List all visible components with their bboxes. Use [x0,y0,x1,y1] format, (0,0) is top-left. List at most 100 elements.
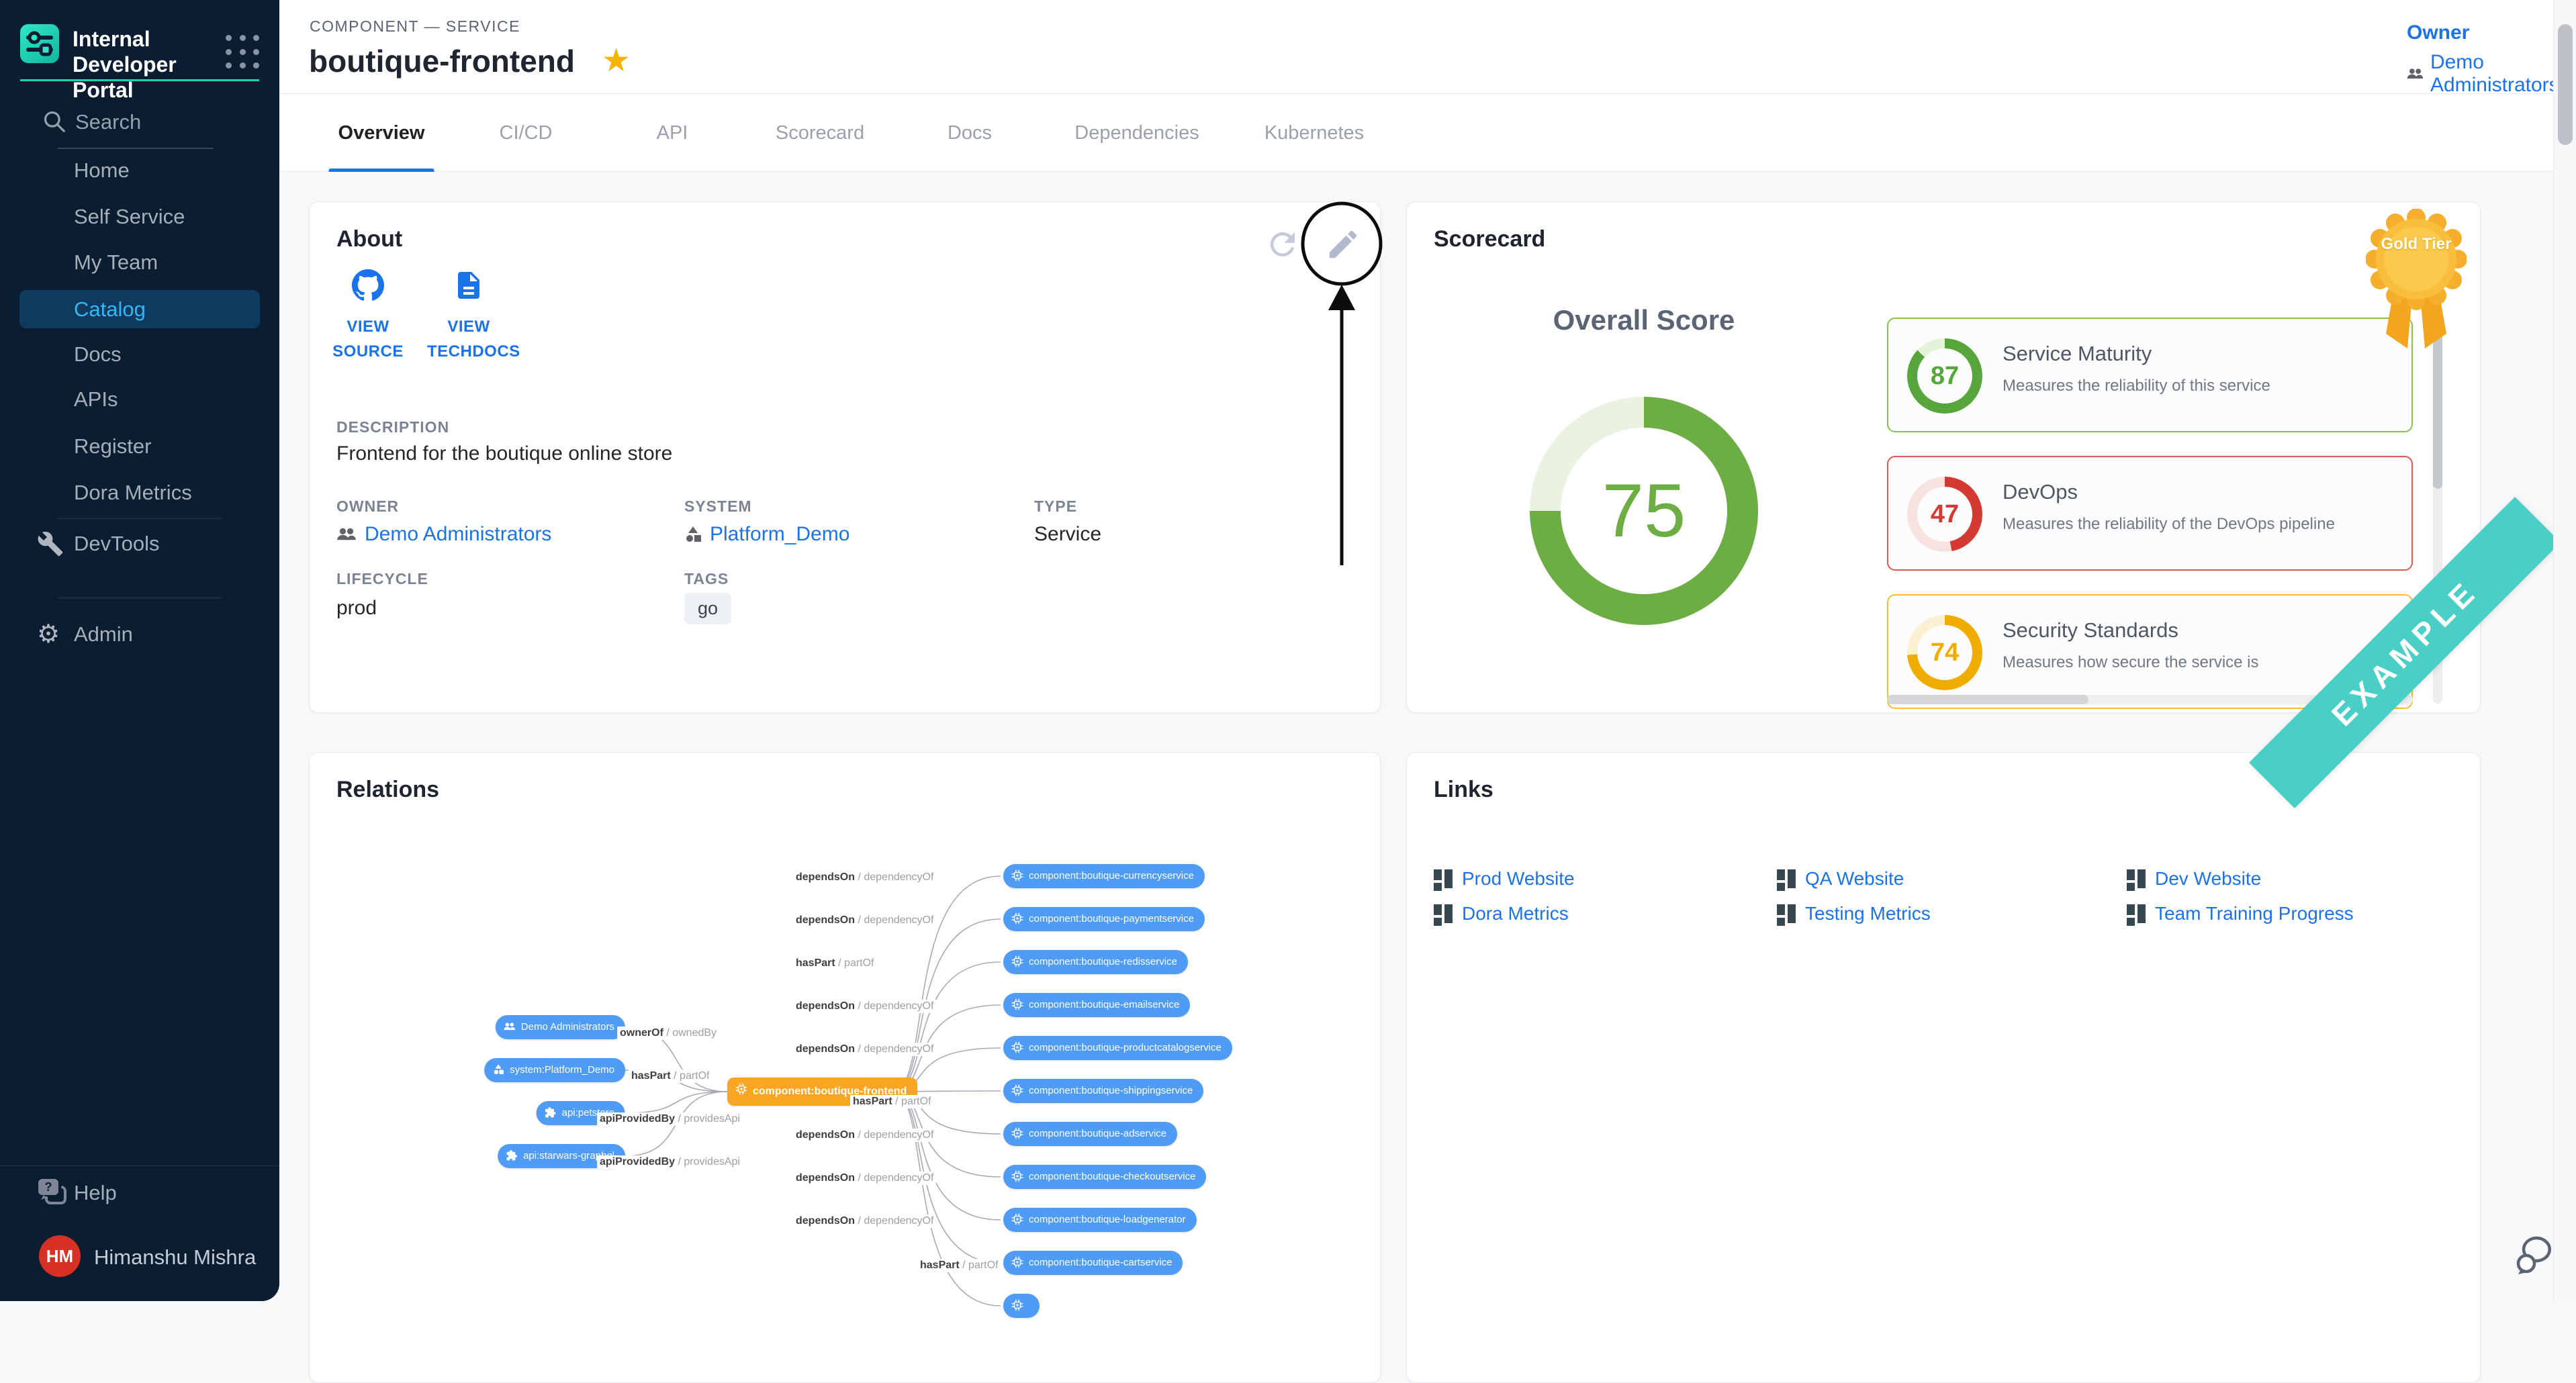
sidebar-item-register[interactable]: Register [0,427,279,466]
lifecycle-field-value: prod [336,597,377,620]
link-testing-metrics[interactable]: Testing Metrics [1777,903,1931,924]
edge-label-dependsOn: dependsOn / dependencyOf [793,1000,936,1013]
dashboard-icon [2127,904,2146,923]
edge-label-dependsOn: dependsOn / dependencyOf [793,1129,936,1142]
apps-grid-icon[interactable] [226,35,262,71]
svg-text:?: ? [45,1180,52,1194]
link-qa-website[interactable]: QA Website [1777,868,1904,890]
sidebar-item-dora-metrics[interactable]: Dora Metrics [0,473,279,512]
techdocs-icon [453,269,485,301]
tab-docs[interactable]: Docs [948,94,992,172]
search-icon [42,109,67,134]
system-field-label: SYSTEM [684,497,752,516]
scorecard-title: Scorecard [1434,226,1545,252]
search-placeholder: Search [75,110,141,134]
sidebar-item-self-service[interactable]: Self Service [0,197,279,236]
graph-node-component-boutique-loadgenerator[interactable]: component:boutique-loadgenerator [1003,1208,1197,1232]
page-title: boutique-frontend [309,43,575,79]
graph-node-component-boutique-emailservice[interactable]: component:boutique-emailservice [1003,993,1190,1017]
sidebar-item-docs[interactable]: Docs [0,335,279,374]
sidebar-divider [57,518,222,519]
edit-pencil-button[interactable] [1325,226,1361,263]
relations-card: Relations component:boutique-frontendDem… [309,752,1381,1383]
about-title: About [336,226,402,252]
link-dev-website[interactable]: Dev Website [2127,868,2261,890]
app-logo-icon[interactable] [20,24,59,63]
graph-node-component-boutique-adservice[interactable]: component:boutique-adservice [1003,1122,1177,1146]
edge-label-apiProvidedBy: apiProvidedBy / providesApi [597,1112,743,1126]
gear-icon: ⚙ [37,621,64,648]
graph-node-demo-administrators[interactable]: Demo Administrators [496,1015,625,1039]
scorecard-card: Scorecard Overall Score 75 87 Service Mat… [1406,201,2481,713]
score-item-service-maturity[interactable]: 87 Service Maturity Measures the reliabili… [1887,318,2413,432]
group-icon [336,526,357,542]
sidebar-item-admin[interactable]: ⚙ Admin [0,615,279,654]
overall-score-label: Overall Score [1553,304,1735,336]
edge-label-apiProvidedBy: apiProvidedBy / providesApi [597,1155,743,1169]
owner-link[interactable]: Demo Administrators [2407,51,2576,97]
wrench-icon [37,530,64,557]
graph-node-component-boutique-currencyservice[interactable]: component:boutique-currencyservice [1003,864,1205,888]
score-item-description: Measures the reliability of this service [2003,377,2270,395]
dashboard-icon [1777,869,1796,888]
scrollbar-thumb [2558,24,2573,145]
sidebar-item-catalog[interactable]: Catalog [0,290,279,329]
edge-label-ownerOf: ownerOf / ownedBy [617,1027,719,1040]
tab-kubernetes[interactable]: Kubernetes [1264,94,1364,172]
graph-node-component-boutique-productcatalogservice[interactable]: component:boutique-productcatalogservice [1003,1036,1232,1060]
edge-label-dependsOn: dependsOn / dependencyOf [793,914,936,927]
sidebar: Internal Developer Portal Search Home Sel… [0,0,279,1301]
edge-label-hasPart: hasPart / partOf [629,1069,712,1083]
about-card: About VIEW SOURCE VIEW TECHDOCS DESCRIPT… [309,201,1381,713]
graph-node-component-boutique-cartservice[interactable]: component:boutique-cartservice [1003,1251,1183,1275]
score-item-devops[interactable]: 47DevOpsMeasures the reliability of the … [1887,456,2413,571]
app-title: Internal Developer Portal [73,27,227,103]
graph-node-component-boutique-paymentservice[interactable]: component:boutique-paymentservice [1003,907,1205,931]
graph-node-component-boutique-shippingservice[interactable]: component:boutique-shippingservice [1003,1079,1203,1103]
tag-chip[interactable]: go [684,593,731,624]
entity-tabs: Overview CI/CD API Scorecard Docs Dependencie… [279,94,2576,172]
breadcrumb: COMPONENT — SERVICE [310,17,520,36]
sidebar-item-help[interactable]: ? Help [0,1174,279,1212]
tags-field-label: TAGS [684,570,729,588]
tab-api[interactable]: API [657,94,688,172]
sidebar-item-home[interactable]: Home [0,151,279,190]
graph-node-partial[interactable] [1003,1294,1040,1318]
score-donut: 87 [1907,338,1982,414]
favorite-star-icon[interactable]: ★ [602,42,631,79]
view-techdocs-button[interactable]: VIEW TECHDOCS [418,269,519,364]
system-field-value: Platform_Demo [684,523,849,546]
sidebar-item-my-team[interactable]: My Team [0,243,279,282]
edge-label-dependsOn: dependsOn / dependencyOf [793,871,936,884]
dashboard-icon [1777,904,1796,923]
tab-overview[interactable]: Overview [338,94,425,172]
overall-score-value: 75 [1530,397,1758,625]
user-name[interactable]: Himanshu Mishra [94,1245,256,1270]
score-item-name: Security Standards [2003,618,2178,642]
link-dora-metrics[interactable]: Dora Metrics [1434,903,1569,924]
tab-ci-cd[interactable]: CI/CD [500,94,553,172]
overall-score-donut: 75 [1530,397,1758,625]
sidebar-item-devtools[interactable]: DevTools [0,524,279,563]
user-avatar[interactable]: HM [39,1235,81,1277]
owner-label: Owner [2407,21,2576,44]
view-source-button[interactable]: VIEW SOURCE [318,269,418,364]
description-label: DESCRIPTION [336,418,449,436]
graph-node-system-platform-demo[interactable]: system:Platform_Demo [484,1058,625,1082]
lifecycle-field-label: LIFECYCLE [336,570,428,588]
graph-node-component-boutique-checkoutservice[interactable]: component:boutique-checkoutservice [1003,1165,1206,1189]
graph-node-component-boutique-redisservice[interactable]: component:boutique-redisservice [1003,950,1188,974]
sidebar-item-apis[interactable]: APIs [0,380,279,419]
chat-widget-icon[interactable] [2510,1234,2559,1277]
sidebar-divider [0,1165,279,1166]
refresh-button[interactable] [1264,226,1301,263]
edge-label-hasPart: hasPart / partOf [917,1259,1001,1272]
link-team-training-progress[interactable]: Team Training Progress [2127,903,2354,924]
github-icon [352,269,384,301]
score-item-name: Service Maturity [2003,342,2152,366]
sidebar-search[interactable]: Search [0,101,279,154]
link-prod-website[interactable]: Prod Website [1434,868,1575,890]
tab-dependencies[interactable]: Dependencies [1074,94,1199,172]
tab-scorecard[interactable]: Scorecard [776,94,864,172]
page-scrollbar[interactable] [2553,0,2576,1301]
